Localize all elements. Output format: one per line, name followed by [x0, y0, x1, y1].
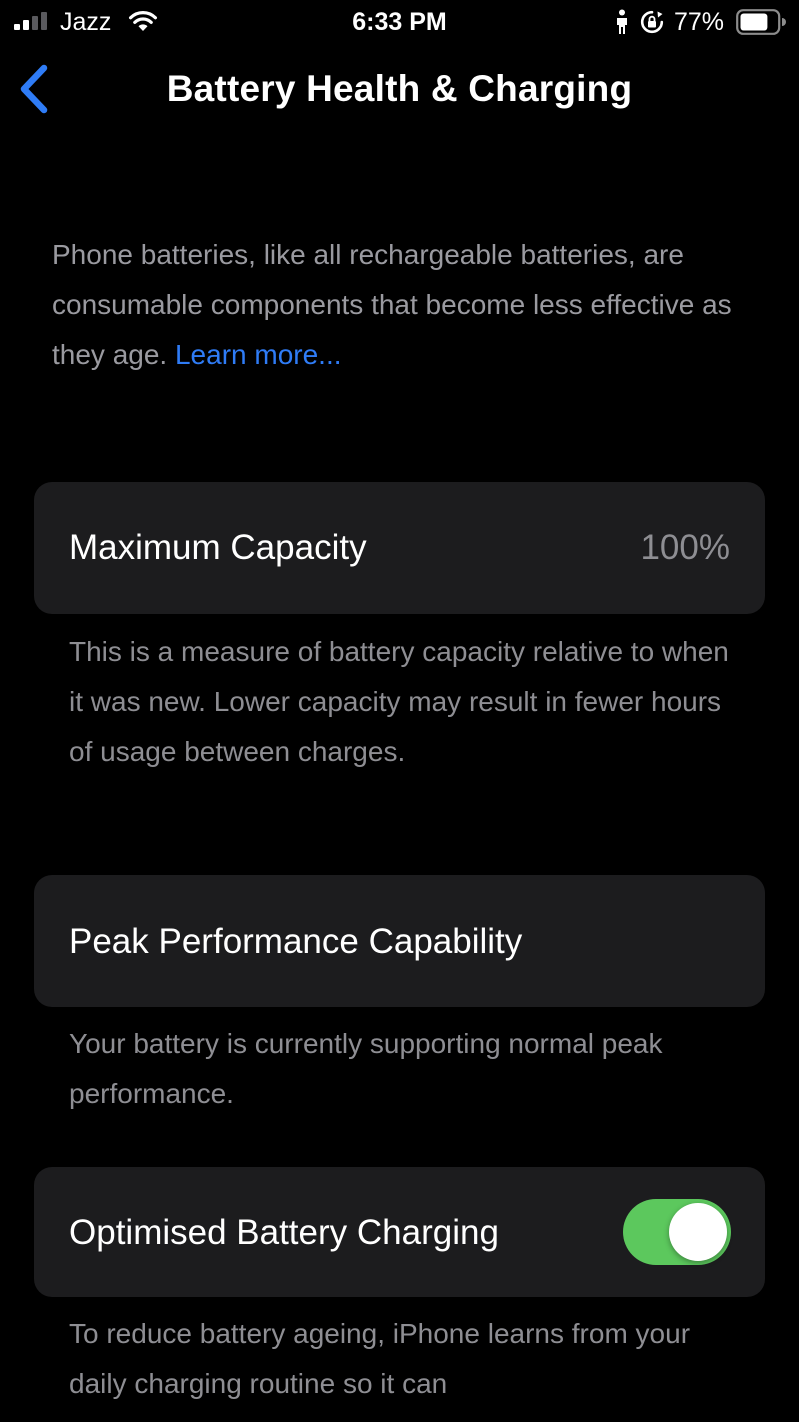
peak-performance-row: Peak Performance Capability: [34, 875, 765, 1007]
intro-body: Phone batteries, like all rechargeable b…: [52, 239, 732, 370]
toggle-knob: [669, 1203, 727, 1261]
page-title: Battery Health & Charging: [166, 68, 633, 109]
maximum-capacity-label: Maximum Capacity: [69, 528, 367, 567]
orientation-lock-icon: [640, 10, 664, 34]
maximum-capacity-row: Maximum Capacity 100%: [34, 482, 765, 614]
optimised-charging-note: To reduce battery ageing, iPhone learns …: [69, 1318, 691, 1399]
learn-more-link[interactable]: Learn more...: [175, 339, 342, 370]
status-bar: Jazz 6:33 PM 77%: [0, 0, 799, 44]
maximum-capacity-value: 100%: [640, 528, 730, 567]
intro-text: Phone batteries, like all rechargeable b…: [52, 230, 752, 380]
battery-icon: [736, 9, 786, 35]
peak-performance-note: Your battery is currently supporting nor…: [69, 1028, 663, 1109]
accessibility-person-icon: [617, 9, 627, 34]
optimised-charging-row: Optimised Battery Charging: [34, 1167, 765, 1297]
optimised-charging-label: Optimised Battery Charging: [69, 1213, 499, 1252]
peak-performance-label: Peak Performance Capability: [69, 922, 523, 961]
battery-percent: 77%: [674, 8, 725, 36]
maximum-capacity-note: This is a measure of battery capacity re…: [69, 636, 729, 767]
optimised-charging-toggle[interactable]: [623, 1199, 731, 1265]
